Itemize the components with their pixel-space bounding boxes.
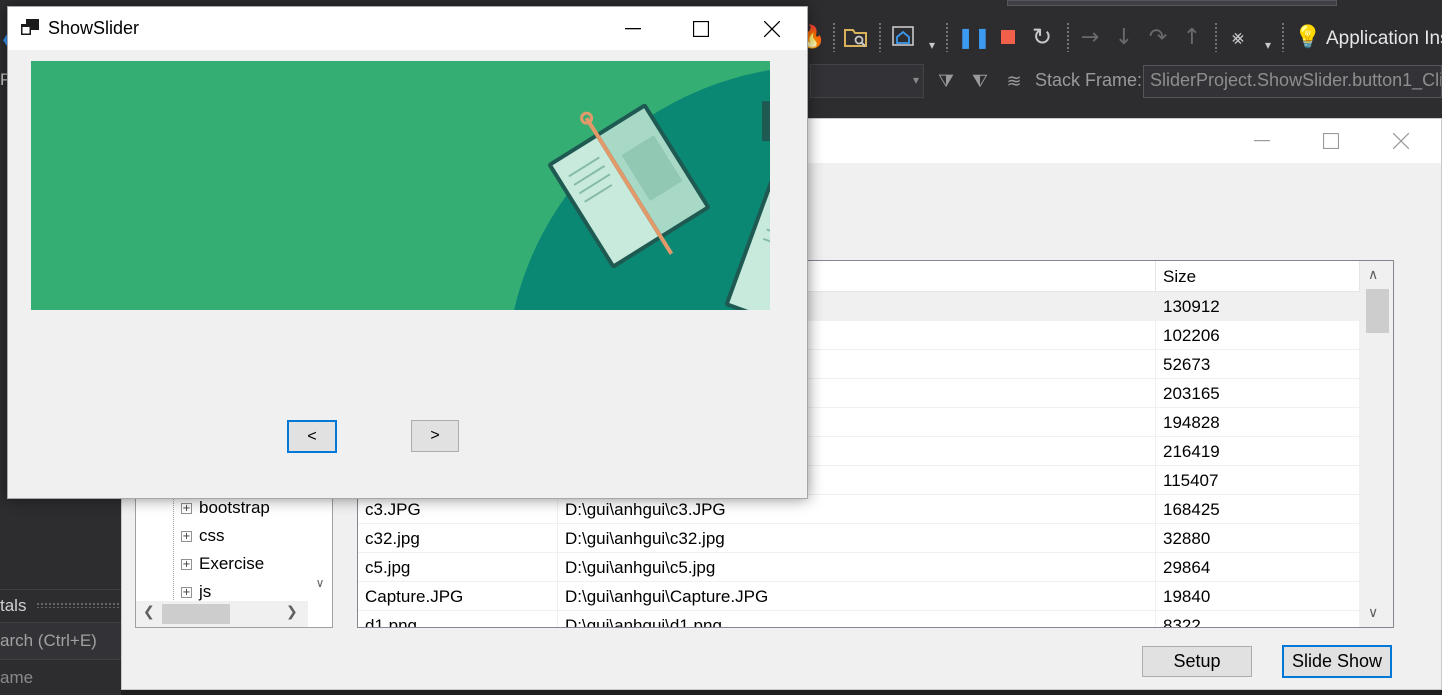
scroll-up-icon[interactable]: ∧ bbox=[1368, 267, 1378, 283]
column-header-size[interactable]: Size bbox=[1156, 261, 1360, 292]
folder-tree[interactable]: + bootstrap + css + Exercise + js ∨ ❮ ❯ bbox=[135, 495, 333, 628]
cell-name: c3.JPG bbox=[358, 495, 558, 524]
expand-icon[interactable]: + bbox=[181, 502, 192, 514]
toolbar-grip bbox=[1214, 22, 1218, 52]
cell-size: 194828 bbox=[1156, 408, 1360, 437]
scroll-right-icon[interactable]: ❯ bbox=[286, 604, 298, 620]
filter-icon[interactable]: ⧩ bbox=[932, 66, 960, 96]
cell-path: D:\gui\anhgui\c5.jpg bbox=[558, 553, 1156, 582]
scroll-down-icon[interactable]: ∨ bbox=[1368, 605, 1378, 621]
browse-folder-icon[interactable] bbox=[842, 22, 870, 52]
cell-size: 130912 bbox=[1156, 292, 1360, 321]
expand-icon[interactable]: + bbox=[181, 558, 192, 570]
tree-item[interactable]: + bootstrap bbox=[181, 497, 270, 519]
lightbulb-icon[interactable]: 💡 bbox=[1294, 22, 1322, 52]
step-into-icon[interactable]: ↓ bbox=[1110, 22, 1138, 52]
showslider-titlebar: ShowSlider bbox=[8, 7, 807, 50]
cell-name: d1.png bbox=[358, 611, 558, 627]
scroll-left-icon[interactable]: ❮ bbox=[143, 604, 155, 620]
application-insights-button[interactable]: Application Ins bbox=[1326, 28, 1442, 50]
stack-frame-label: Stack Frame: bbox=[1035, 70, 1143, 90]
tree-horizontal-scrollbar[interactable]: ❮ ❯ bbox=[136, 601, 308, 627]
maximize-button[interactable] bbox=[1296, 119, 1366, 163]
minimize-button[interactable] bbox=[1227, 119, 1297, 163]
setup-button[interactable]: Setup bbox=[1142, 646, 1252, 677]
filter-clear-icon[interactable]: ⧨ bbox=[966, 66, 994, 96]
dropdown-arrow-icon[interactable]: ▾ bbox=[1254, 30, 1282, 60]
step-out-icon[interactable]: ↑ bbox=[1178, 22, 1206, 52]
maximize-button[interactable] bbox=[667, 7, 735, 50]
pause-icon[interactable]: ❚❚ bbox=[957, 22, 991, 52]
cell-path: D:\gui\anhgui\Capture.JPG bbox=[558, 582, 1156, 611]
toolbar-grip bbox=[1066, 22, 1070, 52]
scrollbar-thumb[interactable] bbox=[1366, 289, 1389, 333]
tree-item[interactable]: + Exercise bbox=[181, 553, 264, 575]
cell-size: 8322 bbox=[1156, 611, 1360, 627]
cell-path: D:\gui\anhgui\c32.jpg bbox=[558, 524, 1156, 553]
tree-item-label: js bbox=[199, 582, 212, 601]
toolbar-grip bbox=[832, 22, 836, 52]
list-vertical-scrollbar[interactable]: ∧ ∨ bbox=[1360, 261, 1393, 627]
cell-name: Capture.JPG bbox=[358, 582, 558, 611]
window-title: ShowSlider bbox=[48, 18, 140, 38]
app-window-icon bbox=[21, 19, 39, 35]
cell-size: 216419 bbox=[1156, 437, 1360, 466]
tree-item-label: Exercise bbox=[199, 554, 265, 573]
cell-path: D:\gui\anhgui\d1.png bbox=[558, 611, 1156, 627]
chevron-down-icon: ▾ bbox=[912, 73, 919, 87]
cell-path: D:\gui\anhgui\c3.JPG bbox=[558, 495, 1156, 524]
table-row[interactable]: c3.JPG D:\gui\anhgui\c3.JPG 168425 bbox=[358, 495, 1360, 524]
slide-show-button[interactable]: Slide Show bbox=[1282, 645, 1392, 678]
step-over-icon[interactable]: ↷ bbox=[1144, 22, 1172, 52]
cell-size: 115407 bbox=[1156, 466, 1360, 495]
toolbar-grip bbox=[945, 22, 949, 52]
table-row[interactable]: c32.jpg D:\gui\anhgui\c32.jpg 32880 bbox=[358, 524, 1360, 553]
stack-frame-combo[interactable]: SliderProject.ShowSlider.button1_Clic bbox=[1143, 65, 1442, 98]
hex-icon[interactable]: ⨳ bbox=[1224, 22, 1252, 52]
cell-name: c32.jpg bbox=[358, 524, 558, 553]
scrollbar-thumb[interactable] bbox=[162, 604, 230, 624]
restart-icon[interactable]: ↻ bbox=[1028, 22, 1056, 52]
tree-item[interactable]: + css bbox=[181, 525, 225, 547]
home-icon[interactable] bbox=[890, 22, 918, 52]
cell-size: 102206 bbox=[1156, 321, 1360, 350]
previous-button[interactable]: < bbox=[287, 420, 337, 453]
toolbar-grip bbox=[1281, 22, 1285, 52]
vs-panel-search-input[interactable]: arch (Ctrl+E) bbox=[0, 622, 121, 660]
cell-size: 32880 bbox=[1156, 524, 1360, 553]
slide-image bbox=[31, 61, 770, 310]
cell-size: 203165 bbox=[1156, 379, 1360, 408]
tree-item[interactable]: + js bbox=[181, 581, 211, 603]
cell-size: 52673 bbox=[1156, 350, 1360, 379]
tree-item-label: css bbox=[199, 526, 225, 545]
tree-item-label: bootstrap bbox=[199, 498, 270, 517]
cell-name: c5.jpg bbox=[358, 553, 558, 582]
table-row[interactable]: d1.png D:\gui\anhgui\d1.png 8322 bbox=[358, 611, 1360, 627]
stop-icon[interactable] bbox=[994, 22, 1022, 52]
table-row[interactable]: c5.jpg D:\gui\anhgui\c5.jpg 29864 bbox=[358, 553, 1360, 582]
close-button[interactable] bbox=[738, 7, 806, 50]
thread-combo[interactable]: ▾ bbox=[810, 64, 924, 98]
expand-icon[interactable]: + bbox=[181, 530, 192, 542]
vs-panel-grip bbox=[36, 602, 121, 608]
vs-panel-title: tals bbox=[0, 596, 27, 615]
cell-size: 19840 bbox=[1156, 582, 1360, 611]
close-button[interactable] bbox=[1366, 119, 1436, 163]
vs-search-box[interactable] bbox=[1007, 0, 1337, 6]
dropdown-arrow-icon[interactable]: ▾ bbox=[918, 30, 946, 60]
next-button[interactable]: > bbox=[411, 420, 459, 452]
tree-connector bbox=[173, 496, 174, 606]
vs-panel-name-header: ame bbox=[0, 668, 34, 687]
minimize-button[interactable] bbox=[599, 7, 667, 50]
table-row[interactable]: Capture.JPG D:\gui\anhgui\Capture.JPG 1984… bbox=[358, 582, 1360, 611]
flag-threads-icon[interactable]: ≋ bbox=[1000, 66, 1028, 96]
scroll-down-icon[interactable]: ∨ bbox=[310, 576, 330, 596]
toolbar-grip bbox=[878, 22, 882, 52]
expand-icon[interactable]: + bbox=[181, 586, 192, 598]
cell-size: 168425 bbox=[1156, 495, 1360, 524]
showslider-window: ShowSlider < > bbox=[7, 6, 808, 499]
step-arrow-icon[interactable]: → bbox=[1076, 22, 1104, 52]
cell-size: 29864 bbox=[1156, 553, 1360, 582]
